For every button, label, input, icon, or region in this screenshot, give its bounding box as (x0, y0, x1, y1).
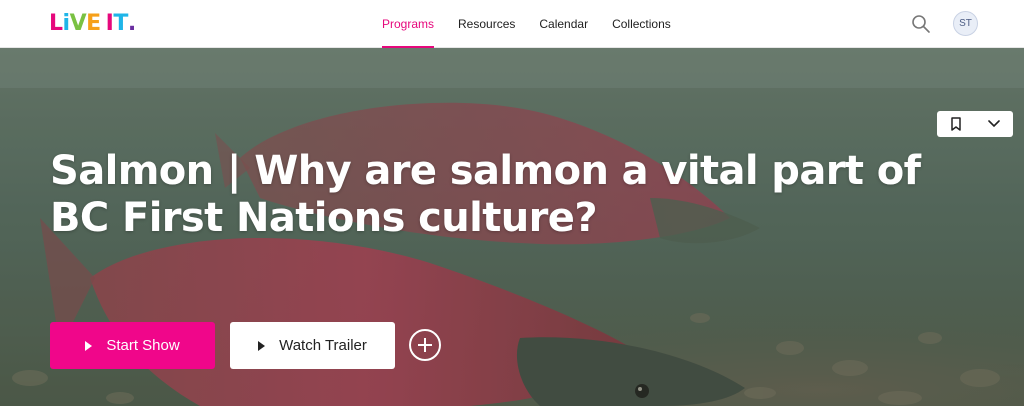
nav-calendar[interactable]: Calendar (527, 0, 600, 48)
start-show-button[interactable]: Start Show (50, 322, 215, 369)
nav-programs[interactable]: Programs (370, 0, 446, 48)
top-navigation-bar: L i V E I T . Programs Resources Calenda… (0, 0, 1024, 48)
bookmark-dropdown (937, 111, 1013, 137)
live-it-logo[interactable]: L i V E I T . (49, 11, 136, 37)
nav-resources[interactable]: Resources (446, 0, 527, 48)
watch-trailer-button[interactable]: Watch Trailer (230, 322, 395, 369)
nav-collections[interactable]: Collections (600, 0, 683, 48)
logo-letter: . (127, 11, 136, 36)
start-show-label: Start Show (106, 337, 180, 354)
user-avatar[interactable]: ST (953, 11, 978, 36)
add-icon[interactable] (409, 329, 441, 361)
main-nav: Programs Resources Calendar Collections (370, 0, 683, 48)
page-title: Salmon | Why are salmon a vital part of … (50, 148, 921, 241)
play-icon (85, 340, 93, 351)
logo-letter: L (49, 11, 63, 36)
logo-letter: E (86, 11, 101, 36)
play-icon (258, 340, 266, 351)
chevron-down-icon[interactable] (975, 111, 1013, 137)
watch-trailer-label: Watch Trailer (279, 337, 367, 354)
logo-letter: V (69, 11, 87, 36)
logo-letter: i (62, 11, 71, 36)
logo-letter: I (105, 11, 114, 36)
bookmark-icon[interactable] (937, 111, 975, 137)
search-icon[interactable] (910, 13, 932, 35)
logo-letter: T (113, 11, 128, 36)
